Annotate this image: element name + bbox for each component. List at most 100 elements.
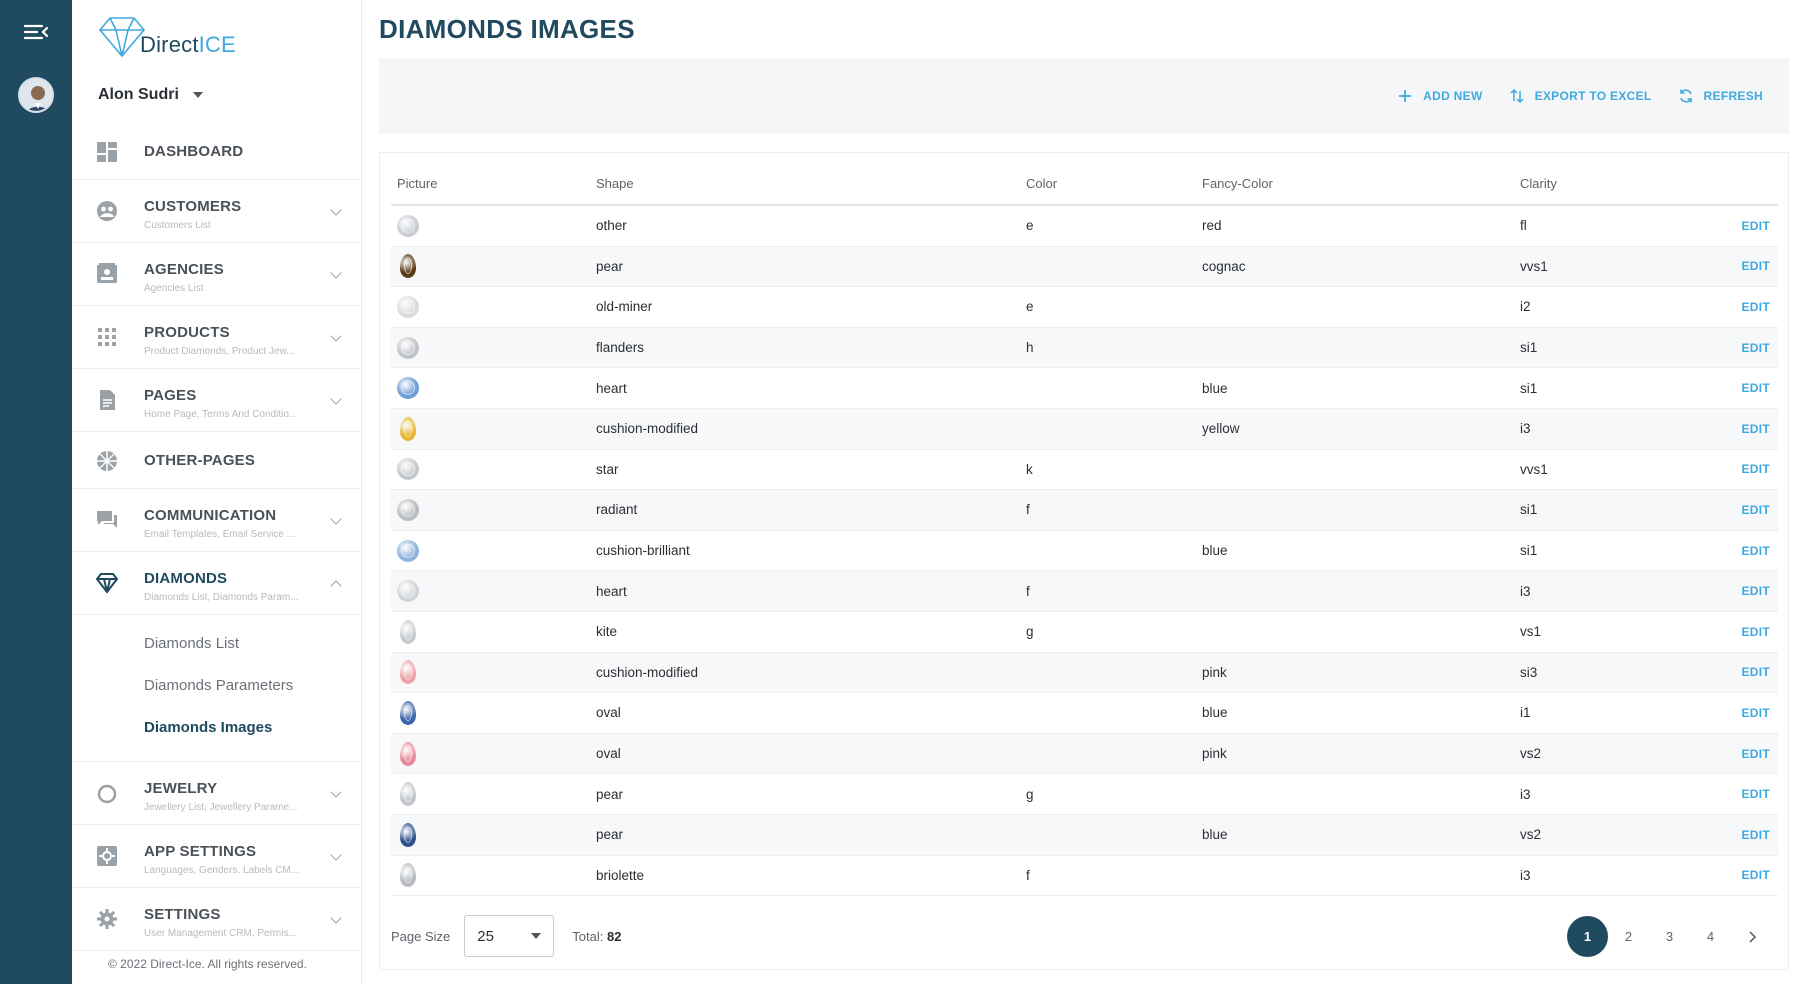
column-header-clarity[interactable]: Clarity bbox=[1520, 176, 1720, 191]
sidebar-item-app-settings[interactable]: APP SETTINGS Languages, Genders, Labels … bbox=[72, 825, 362, 888]
edit-button[interactable]: EDIT bbox=[1720, 503, 1778, 517]
cell-fancy-color: cognac bbox=[1202, 258, 1246, 274]
column-header-picture[interactable]: Picture bbox=[391, 176, 596, 191]
cell-clarity: si3 bbox=[1520, 664, 1538, 680]
refresh-button[interactable]: REFRESH bbox=[1678, 88, 1763, 104]
cell-clarity: vs1 bbox=[1520, 624, 1542, 640]
cell-picture bbox=[391, 700, 596, 725]
cell-color: f bbox=[1026, 583, 1030, 599]
cell-color: k bbox=[1026, 461, 1033, 477]
cell-picture bbox=[391, 498, 596, 521]
cell-clarity: i3 bbox=[1520, 867, 1531, 883]
edit-button[interactable]: EDIT bbox=[1720, 828, 1778, 842]
chevron-down-icon bbox=[330, 393, 342, 405]
sidebar: DirectICE Alon Sudri DASHBOARD CUSTOMERS… bbox=[72, 0, 362, 984]
plus-icon bbox=[1399, 90, 1412, 102]
pages-icon bbox=[100, 390, 115, 410]
sidebar-subitem-diamonds-images[interactable]: Diamonds Images bbox=[72, 707, 362, 749]
menu-toggle-icon[interactable] bbox=[22, 20, 50, 44]
edit-button[interactable]: EDIT bbox=[1720, 422, 1778, 436]
table-row: heart f i3 EDIT bbox=[391, 571, 1778, 612]
sidebar-item-sub: Customers List bbox=[144, 220, 211, 231]
edit-button[interactable]: EDIT bbox=[1720, 341, 1778, 355]
table-row: flanders h si1 EDIT bbox=[391, 327, 1778, 369]
edit-button[interactable]: EDIT bbox=[1720, 259, 1778, 273]
edit-button[interactable]: EDIT bbox=[1720, 381, 1778, 395]
diamond-thumbnail bbox=[397, 458, 419, 481]
edit-button[interactable]: EDIT bbox=[1720, 665, 1778, 679]
edit-button[interactable]: EDIT bbox=[1720, 544, 1778, 558]
cell-fancy-color: pink bbox=[1202, 746, 1227, 762]
sidebar-item-diamonds[interactable]: DIAMONDS Diamonds List, Diamonds Param..… bbox=[72, 552, 362, 615]
export-to-excel-button[interactable]: EXPORT TO EXCEL bbox=[1509, 88, 1652, 104]
cell-shape: oval bbox=[596, 746, 621, 762]
edit-button[interactable]: EDIT bbox=[1720, 584, 1778, 598]
add-new-button[interactable]: ADD NEW bbox=[1397, 88, 1482, 104]
sidebar-subitem-diamonds-parameters[interactable]: Diamonds Parameters bbox=[72, 665, 362, 707]
sidebar-item-dashboard[interactable]: DASHBOARD bbox=[72, 123, 362, 180]
edit-button[interactable]: EDIT bbox=[1720, 706, 1778, 720]
edit-button[interactable]: EDIT bbox=[1720, 625, 1778, 639]
cell-clarity: si1 bbox=[1520, 543, 1538, 559]
column-header-shape[interactable]: Shape bbox=[596, 176, 1026, 191]
sidebar-item-jewelry[interactable]: JEWELRY Jewellery List, Jewellery Parame… bbox=[72, 762, 362, 825]
edit-button[interactable]: EDIT bbox=[1720, 747, 1778, 761]
table-row: cushion-modified pink si3 EDIT bbox=[391, 652, 1778, 694]
logo[interactable]: DirectICE bbox=[94, 12, 236, 60]
chevron-down-icon bbox=[330, 204, 342, 216]
page-size-select[interactable]: 25 bbox=[464, 915, 555, 957]
sidebar-item-products[interactable]: PRODUCTS Product Diamonds, Product Jew..… bbox=[72, 306, 362, 369]
avatar[interactable] bbox=[18, 77, 54, 113]
edit-button[interactable]: EDIT bbox=[1720, 462, 1778, 476]
page-button-2[interactable]: 2 bbox=[1608, 916, 1649, 957]
page-button-3[interactable]: 3 bbox=[1649, 916, 1690, 957]
cell-picture bbox=[391, 741, 596, 766]
sidebar-item-communication[interactable]: COMMUNICATION Email Templates, Email Ser… bbox=[72, 489, 362, 552]
table-row: radiant f si1 EDIT bbox=[391, 490, 1778, 531]
page-button-4[interactable]: 4 bbox=[1690, 916, 1731, 957]
cell-clarity: vs2 bbox=[1520, 827, 1542, 843]
table-row: star k vvs1 EDIT bbox=[391, 450, 1778, 491]
gear-icon bbox=[97, 909, 117, 929]
column-header-fancy-color[interactable]: Fancy-Color bbox=[1202, 176, 1520, 191]
edit-button[interactable]: EDIT bbox=[1720, 300, 1778, 314]
sidebar-item-label: PAGES bbox=[144, 387, 197, 404]
table-row: pear blue vs2 EDIT bbox=[391, 814, 1778, 856]
cell-clarity: si1 bbox=[1520, 380, 1538, 396]
diamond-thumbnail bbox=[400, 660, 416, 685]
sidebar-item-label: OTHER-PAGES bbox=[144, 452, 256, 469]
pagination-bar: Page Size 25 Total: 82 1 2 3 4 bbox=[391, 913, 1778, 959]
sidebar-item-pages[interactable]: PAGES Home Page, Terms And Conditio... bbox=[72, 369, 362, 432]
column-header-color[interactable]: Color bbox=[1026, 176, 1202, 191]
cell-picture bbox=[391, 660, 596, 685]
sidebar-item-other-pages[interactable]: OTHER-PAGES bbox=[72, 432, 362, 489]
sidebar-item-agencies[interactable]: AGENCIES Agencies List bbox=[72, 243, 362, 306]
sidebar-nav: DASHBOARD CUSTOMERS Customers List AGENC… bbox=[72, 123, 362, 951]
cell-clarity: i3 bbox=[1520, 583, 1531, 599]
app-settings-icon bbox=[97, 846, 117, 866]
next-page-button[interactable] bbox=[1731, 916, 1772, 957]
page-title: DIAMONDS IMAGES bbox=[379, 14, 635, 44]
cell-clarity: vs2 bbox=[1520, 746, 1542, 762]
cell-shape: cushion-brilliant bbox=[596, 543, 690, 559]
edit-button[interactable]: EDIT bbox=[1720, 868, 1778, 882]
cell-clarity: vvs1 bbox=[1520, 258, 1548, 274]
sidebar-item-sub: Product Diamonds, Product Jew... bbox=[144, 346, 295, 357]
sidebar-item-sub: Email Templates, Email Service ... bbox=[144, 529, 295, 540]
sidebar-subitem-diamonds-list[interactable]: Diamonds List bbox=[72, 623, 362, 665]
edit-button[interactable]: EDIT bbox=[1720, 787, 1778, 801]
table-row: cushion-modified yellow i3 EDIT bbox=[391, 408, 1778, 450]
diamond-thumbnail bbox=[400, 416, 416, 441]
sidebar-item-customers[interactable]: CUSTOMERS Customers List bbox=[72, 180, 362, 243]
total-count: Total: 82 bbox=[572, 928, 622, 944]
table-row: oval blue i1 EDIT bbox=[391, 693, 1778, 734]
sidebar-item-settings[interactable]: SETTINGS User Management CRM, Permis... bbox=[72, 888, 362, 951]
user-menu[interactable]: Alon Sudri bbox=[98, 86, 203, 104]
communication-icon bbox=[97, 511, 117, 528]
table-row: other e red fl EDIT bbox=[391, 206, 1778, 247]
diamonds-images-table-card: Picture Shape Color Fancy-Color Clarity … bbox=[379, 152, 1789, 970]
table-row: old-miner e i2 EDIT bbox=[391, 287, 1778, 328]
cell-clarity: i1 bbox=[1520, 705, 1531, 721]
edit-button[interactable]: EDIT bbox=[1720, 219, 1778, 233]
page-button-1[interactable]: 1 bbox=[1567, 916, 1608, 957]
